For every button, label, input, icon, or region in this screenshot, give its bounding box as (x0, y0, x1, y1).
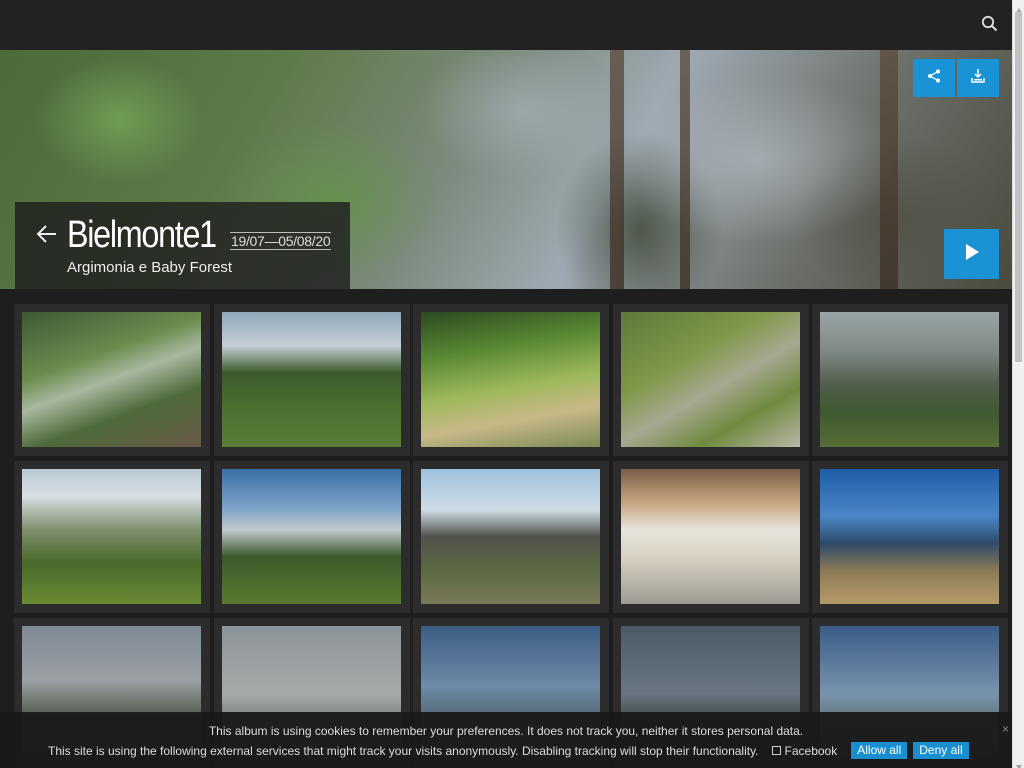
photo-thumbnail[interactable] (812, 461, 1009, 613)
checkbox-icon (771, 746, 781, 755)
photo-thumbnail[interactable] (413, 461, 610, 613)
close-icon[interactable]: × (1002, 722, 1009, 736)
thumbnail-image (421, 469, 601, 604)
facebook-label: Facebook (784, 743, 838, 758)
thumbnail-image (22, 312, 201, 447)
photo-thumbnail[interactable] (213, 304, 410, 456)
thumbnail-image (221, 312, 401, 447)
thumbnail-image (421, 312, 601, 447)
thumbnail-image (221, 469, 401, 604)
scroll-down-icon[interactable] (1015, 758, 1023, 768)
scroll-up-icon[interactable] (1015, 2, 1023, 13)
scrollbar-thumb[interactable] (1015, 12, 1022, 362)
search-icon[interactable] (980, 14, 1000, 34)
thumbnail-image (820, 469, 1000, 604)
album-title-panel: Bielmonte1 19/07—05/08/20 Argimonia e Ba… (15, 202, 350, 289)
share-button[interactable] (913, 59, 955, 97)
photo-thumbnail[interactable] (612, 304, 809, 456)
deny-all-button[interactable]: Deny all (913, 742, 969, 759)
album-hero-image: Bielmonte1 19/07—05/08/20 Argimonia e Ba… (0, 50, 1012, 289)
download-icon (970, 68, 986, 89)
play-icon (964, 243, 980, 266)
top-bar (0, 0, 1012, 50)
photo-thumbnail[interactable] (413, 304, 610, 456)
thumbnail-image (620, 469, 800, 604)
photo-thumbnail[interactable] (213, 461, 410, 613)
cookie-notice-text: This album is using cookies to remember … (208, 724, 804, 738)
photo-thumbnail[interactable] (14, 461, 210, 613)
scrollbar[interactable] (1012, 0, 1024, 768)
slideshow-play-button[interactable] (944, 229, 999, 279)
tracking-notice-text: This site is using the following externa… (48, 743, 759, 758)
allow-all-button[interactable]: Allow all (851, 742, 908, 759)
facebook-tracking-toggle[interactable]: Facebook (771, 743, 838, 758)
album-subtitle: Argimonia e Baby Forest (67, 259, 233, 276)
album-title: Bielmonte1 (67, 214, 217, 256)
photo-thumbnail[interactable] (612, 461, 809, 613)
photo-thumbnail[interactable] (812, 304, 1009, 456)
download-button[interactable] (957, 59, 999, 97)
album-date-range: 19/07—05/08/20 (230, 232, 332, 250)
thumbnail-image (820, 312, 1000, 447)
photo-thumbnail[interactable] (14, 304, 210, 456)
thumbnail-image (22, 469, 201, 604)
share-icon (927, 69, 941, 88)
cookie-banner: This album is using cookies to remember … (0, 712, 1012, 768)
thumbnail-image (620, 312, 800, 447)
back-arrow-icon[interactable] (35, 222, 59, 246)
